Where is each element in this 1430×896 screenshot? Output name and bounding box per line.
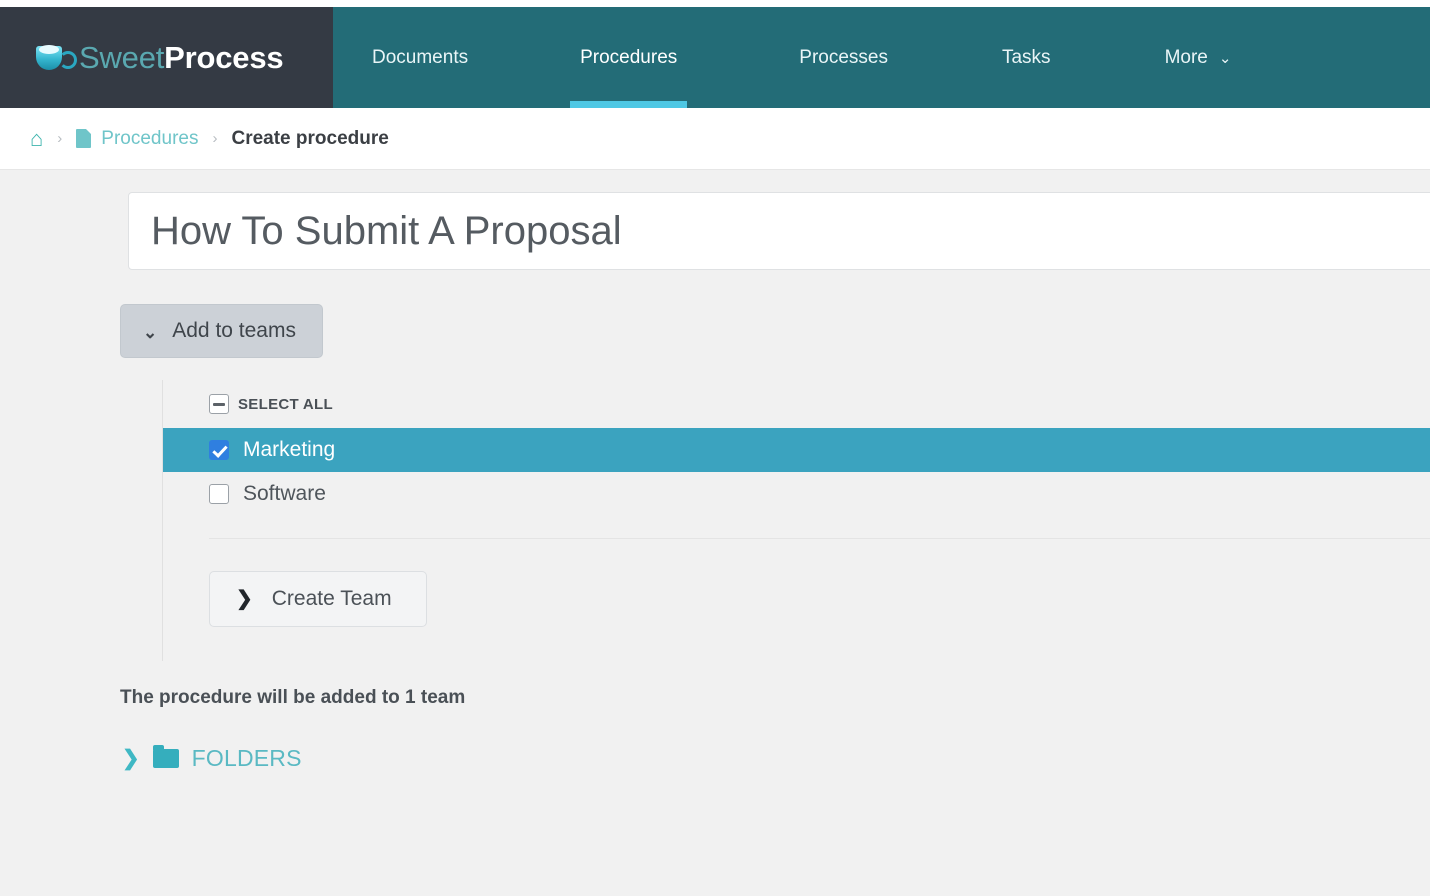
nav-item-documents[interactable]: Documents [333, 7, 502, 108]
chevron-right-icon: ❯ [236, 588, 253, 610]
panel-tail-spacer [163, 627, 1430, 661]
top-edge-strip [0, 0, 1430, 7]
select-all-row[interactable]: SELECT ALL [163, 380, 1430, 428]
document-icon [76, 129, 92, 148]
app-page: SweetProcess Documents Procedures Proces… [0, 0, 1430, 896]
create-team-button[interactable]: ❯ Create Team [209, 571, 427, 627]
team-row-marketing[interactable]: Marketing [163, 428, 1430, 472]
team-checkbox-software[interactable] [209, 484, 229, 504]
team-name: Software [243, 482, 326, 505]
nav-item-label: Tasks [1001, 46, 1051, 68]
team-checkbox-marketing[interactable] [209, 440, 229, 460]
chevron-down-icon: ⌄ [1218, 50, 1232, 67]
teams-panel: SELECT ALL Marketing Software ❯ Create T… [162, 380, 1430, 661]
breadcrumb-separator: › [212, 130, 218, 147]
select-all-label: SELECT ALL [238, 395, 333, 413]
select-all-checkbox[interactable] [209, 394, 229, 414]
coffee-cup-icon [34, 42, 77, 74]
chevron-right-icon: ❯ [122, 747, 140, 770]
brand-name-light: Sweet [79, 39, 165, 75]
nav-item-label: Procedures [580, 46, 678, 68]
chevron-down-icon: ⌄ [143, 322, 158, 342]
breadcrumb-current-page: Create procedure [231, 127, 389, 149]
teams-summary-text: The procedure will be added to 1 team [120, 687, 466, 708]
breadcrumb-separator: › [57, 130, 63, 147]
folders-section-toggle[interactable]: ❯ FOLDERS [122, 745, 1430, 772]
teams-divider [209, 538, 1430, 539]
folders-label: FOLDERS [191, 745, 302, 771]
nav-item-more[interactable]: More ⌄ [1131, 7, 1266, 108]
main-content: ⌄ Add to teams SELECT ALL Marketing Soft… [0, 170, 1430, 772]
active-tab-indicator [570, 101, 688, 108]
home-icon[interactable]: ⌂ [30, 127, 43, 150]
team-row-software[interactable]: Software [163, 472, 1430, 516]
teams-block: ⌄ Add to teams SELECT ALL Marketing Soft… [0, 304, 1430, 661]
nav-item-processes[interactable]: Processes [765, 7, 922, 108]
add-to-teams-label: Add to teams [172, 319, 296, 342]
team-name: Marketing [243, 438, 336, 461]
nav-item-label: Processes [799, 46, 888, 68]
procedure-title-input[interactable] [128, 192, 1430, 270]
breadcrumb: ⌂ › Procedures › Create procedure [0, 108, 1430, 170]
nav-item-tasks[interactable]: Tasks [968, 7, 1085, 108]
brand-logo[interactable]: SweetProcess [0, 7, 333, 108]
brand-name-bold: Process [164, 39, 284, 75]
breadcrumb-link-procedures[interactable]: Procedures [101, 128, 198, 150]
nav-item-label: More [1164, 46, 1208, 68]
title-row [0, 192, 1430, 270]
nav-items: Documents Procedures Processes Tasks Mor… [333, 7, 1430, 108]
folder-icon [152, 745, 179, 768]
nav-item-procedures[interactable]: Procedures [546, 7, 711, 108]
top-navbar: SweetProcess Documents Procedures Proces… [0, 7, 1430, 108]
create-team-label: Create Team [271, 587, 392, 610]
nav-item-label: Documents [372, 46, 469, 68]
add-to-teams-button[interactable]: ⌄ Add to teams [120, 304, 323, 358]
